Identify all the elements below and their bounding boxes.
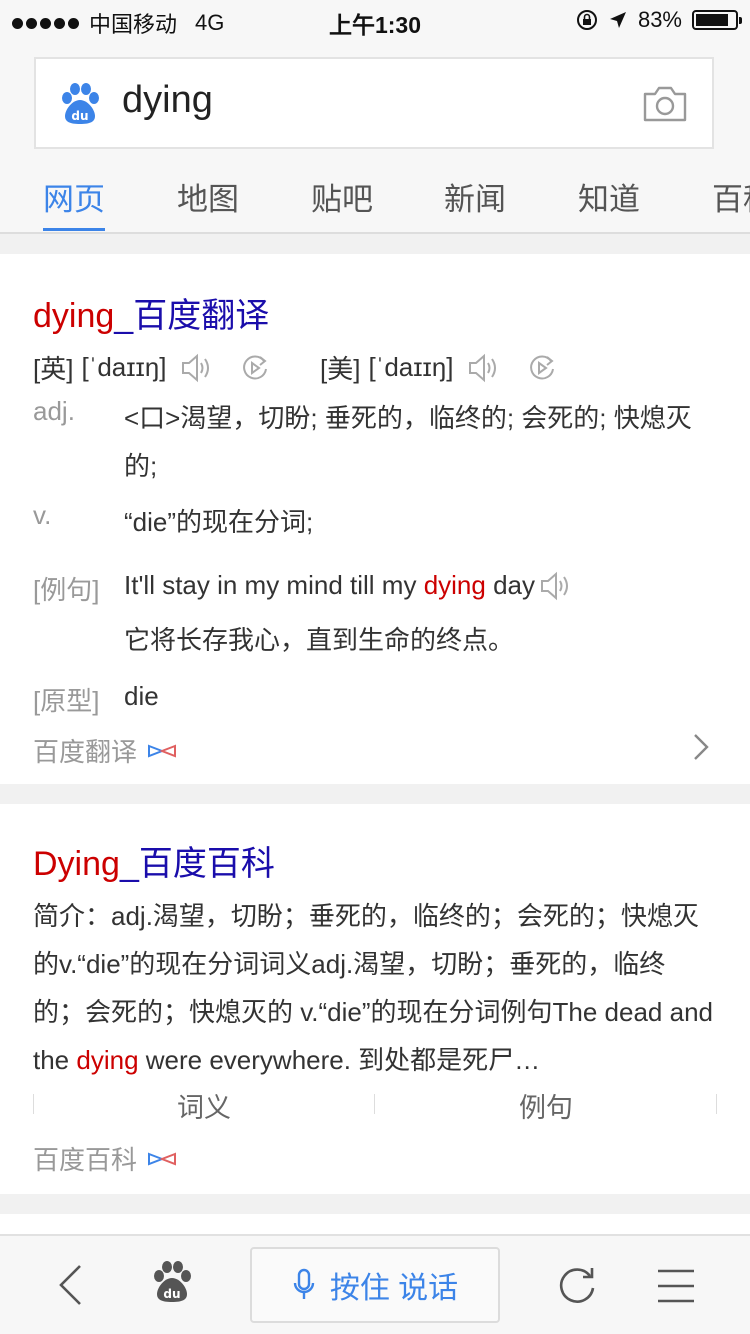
baike-source[interactable]: 百度百科 (33, 1140, 177, 1177)
tab-baike[interactable]: 百科 (712, 174, 750, 219)
rotation-lock-icon (576, 10, 597, 30)
voice-label: 按住 说话 (329, 1272, 459, 1305)
uk-pronunciation: [英] [ˈdaɪɪŋ] (33, 349, 270, 386)
example-label: [例句] (33, 575, 100, 605)
baike-subtabs: 词义 例句 (33, 1086, 717, 1125)
tab-news[interactable]: 新闻 (444, 174, 506, 219)
us-replay-icon[interactable] (527, 353, 557, 383)
translate-source[interactable]: 百度翻译 (33, 732, 177, 769)
voice-input-button[interactable]: 按住 说话 (250, 1247, 500, 1323)
definition-pos: adj. (33, 396, 75, 426)
search-query[interactable]: dying (122, 79, 213, 122)
example-highlight: dying (423, 570, 486, 600)
baike-abstract: 简介：adj.渴望，切盼；垂死的，临终的；会死的；快熄灭的v.“die”的现在分… (33, 892, 713, 1084)
baidu-home-icon[interactable]: du (150, 1260, 194, 1304)
example-text: It'll stay in my mind till my (124, 570, 424, 600)
example-speaker-icon[interactable] (539, 571, 573, 601)
subtab-examples[interactable]: 例句 (375, 1086, 717, 1125)
back-icon[interactable] (56, 1263, 84, 1307)
example-translation: 它将长存我心，直到生命的终点。 (124, 625, 515, 655)
source-label: 百度翻译 (33, 737, 138, 767)
bottom-toolbar: du 按住 说话 (0, 1234, 750, 1334)
microphone-icon (293, 1268, 315, 1299)
divider (716, 1094, 717, 1114)
search-box[interactable]: du dying (34, 57, 714, 149)
battery-icon (692, 10, 742, 30)
battery-percent: 83% (637, 7, 682, 32)
search-header: du dying 网页 地图 贴吧 新闻 知道 百科 (0, 40, 750, 234)
abstract-highlight: dying (76, 1045, 139, 1075)
base-form-link[interactable]: die (124, 681, 159, 712)
baidu-paw-logo-icon[interactable]: du (58, 83, 102, 125)
tab-map[interactable]: 地图 (177, 174, 239, 219)
example-sentence: It'll stay in my mind till my dying day (124, 570, 573, 601)
uk-replay-icon[interactable] (240, 353, 270, 383)
title-keyword: dying (33, 297, 115, 335)
header-divider (0, 232, 750, 234)
translate-card-title[interactable]: dying_百度翻译 (33, 288, 269, 337)
example-text-end: day (485, 570, 535, 600)
uk-phonetic: [ˈdaɪɪŋ] (81, 352, 167, 382)
definition-pos: v. (33, 500, 52, 530)
subtab-meaning[interactable]: 词义 (33, 1086, 375, 1125)
baike-card-title[interactable]: Dying_百度百科 (33, 836, 275, 885)
status-bar: 中国移动 4G 上午1:30 83% (0, 0, 750, 40)
tab-tieba[interactable]: 贴吧 (311, 174, 373, 219)
abstract-text-end: were everywhere. 到处都是死尸… (138, 1045, 541, 1075)
search-tabs: 网页 地图 贴吧 新闻 知道 百科 (0, 160, 750, 233)
source-label: 百度百科 (33, 1145, 138, 1175)
refresh-icon[interactable] (556, 1264, 598, 1306)
camera-icon[interactable] (642, 85, 688, 123)
baidu-bowtie-icon (148, 1152, 177, 1165)
uk-label: [英] (33, 354, 74, 384)
tab-zhidao[interactable]: 知道 (578, 174, 640, 219)
status-right: 83% (576, 7, 742, 33)
title-source: _百度百科 (119, 845, 275, 883)
base-form-label: [原型] (33, 686, 100, 716)
active-tab-indicator (43, 228, 105, 231)
translate-result-card: dying_百度翻译 [英] [ˈdaɪɪŋ] [美] [ˈdaɪɪŋ] adj… (0, 254, 750, 784)
title-keyword: Dying (33, 845, 120, 883)
svg-text:du: du (163, 1287, 180, 1301)
us-speaker-icon[interactable] (467, 353, 501, 383)
menu-icon[interactable] (656, 1268, 696, 1304)
us-pronunciation: [美] [ˈdaɪɪŋ] (320, 349, 557, 386)
definition-text: <口>渴望，切盼; 垂死的，临终的; 会死的; 快熄灭的; (124, 403, 692, 481)
definition-text: “die”的现在分词; (124, 507, 314, 537)
chevron-right-icon[interactable] (692, 732, 710, 762)
us-label: [美] (320, 354, 361, 384)
uk-speaker-icon[interactable] (180, 353, 214, 383)
next-result-card (0, 1214, 750, 1234)
baidu-bowtie-icon (148, 744, 177, 757)
us-phonetic: [ˈdaɪɪŋ] (368, 352, 454, 382)
title-source: _百度翻译 (114, 297, 270, 335)
svg-text:du: du (71, 109, 88, 123)
location-icon (609, 12, 626, 28)
tab-webpage[interactable]: 网页 (43, 174, 105, 219)
baike-result-card: Dying_百度百科 简介：adj.渴望，切盼；垂死的，临终的；会死的；快熄灭的… (0, 804, 750, 1194)
